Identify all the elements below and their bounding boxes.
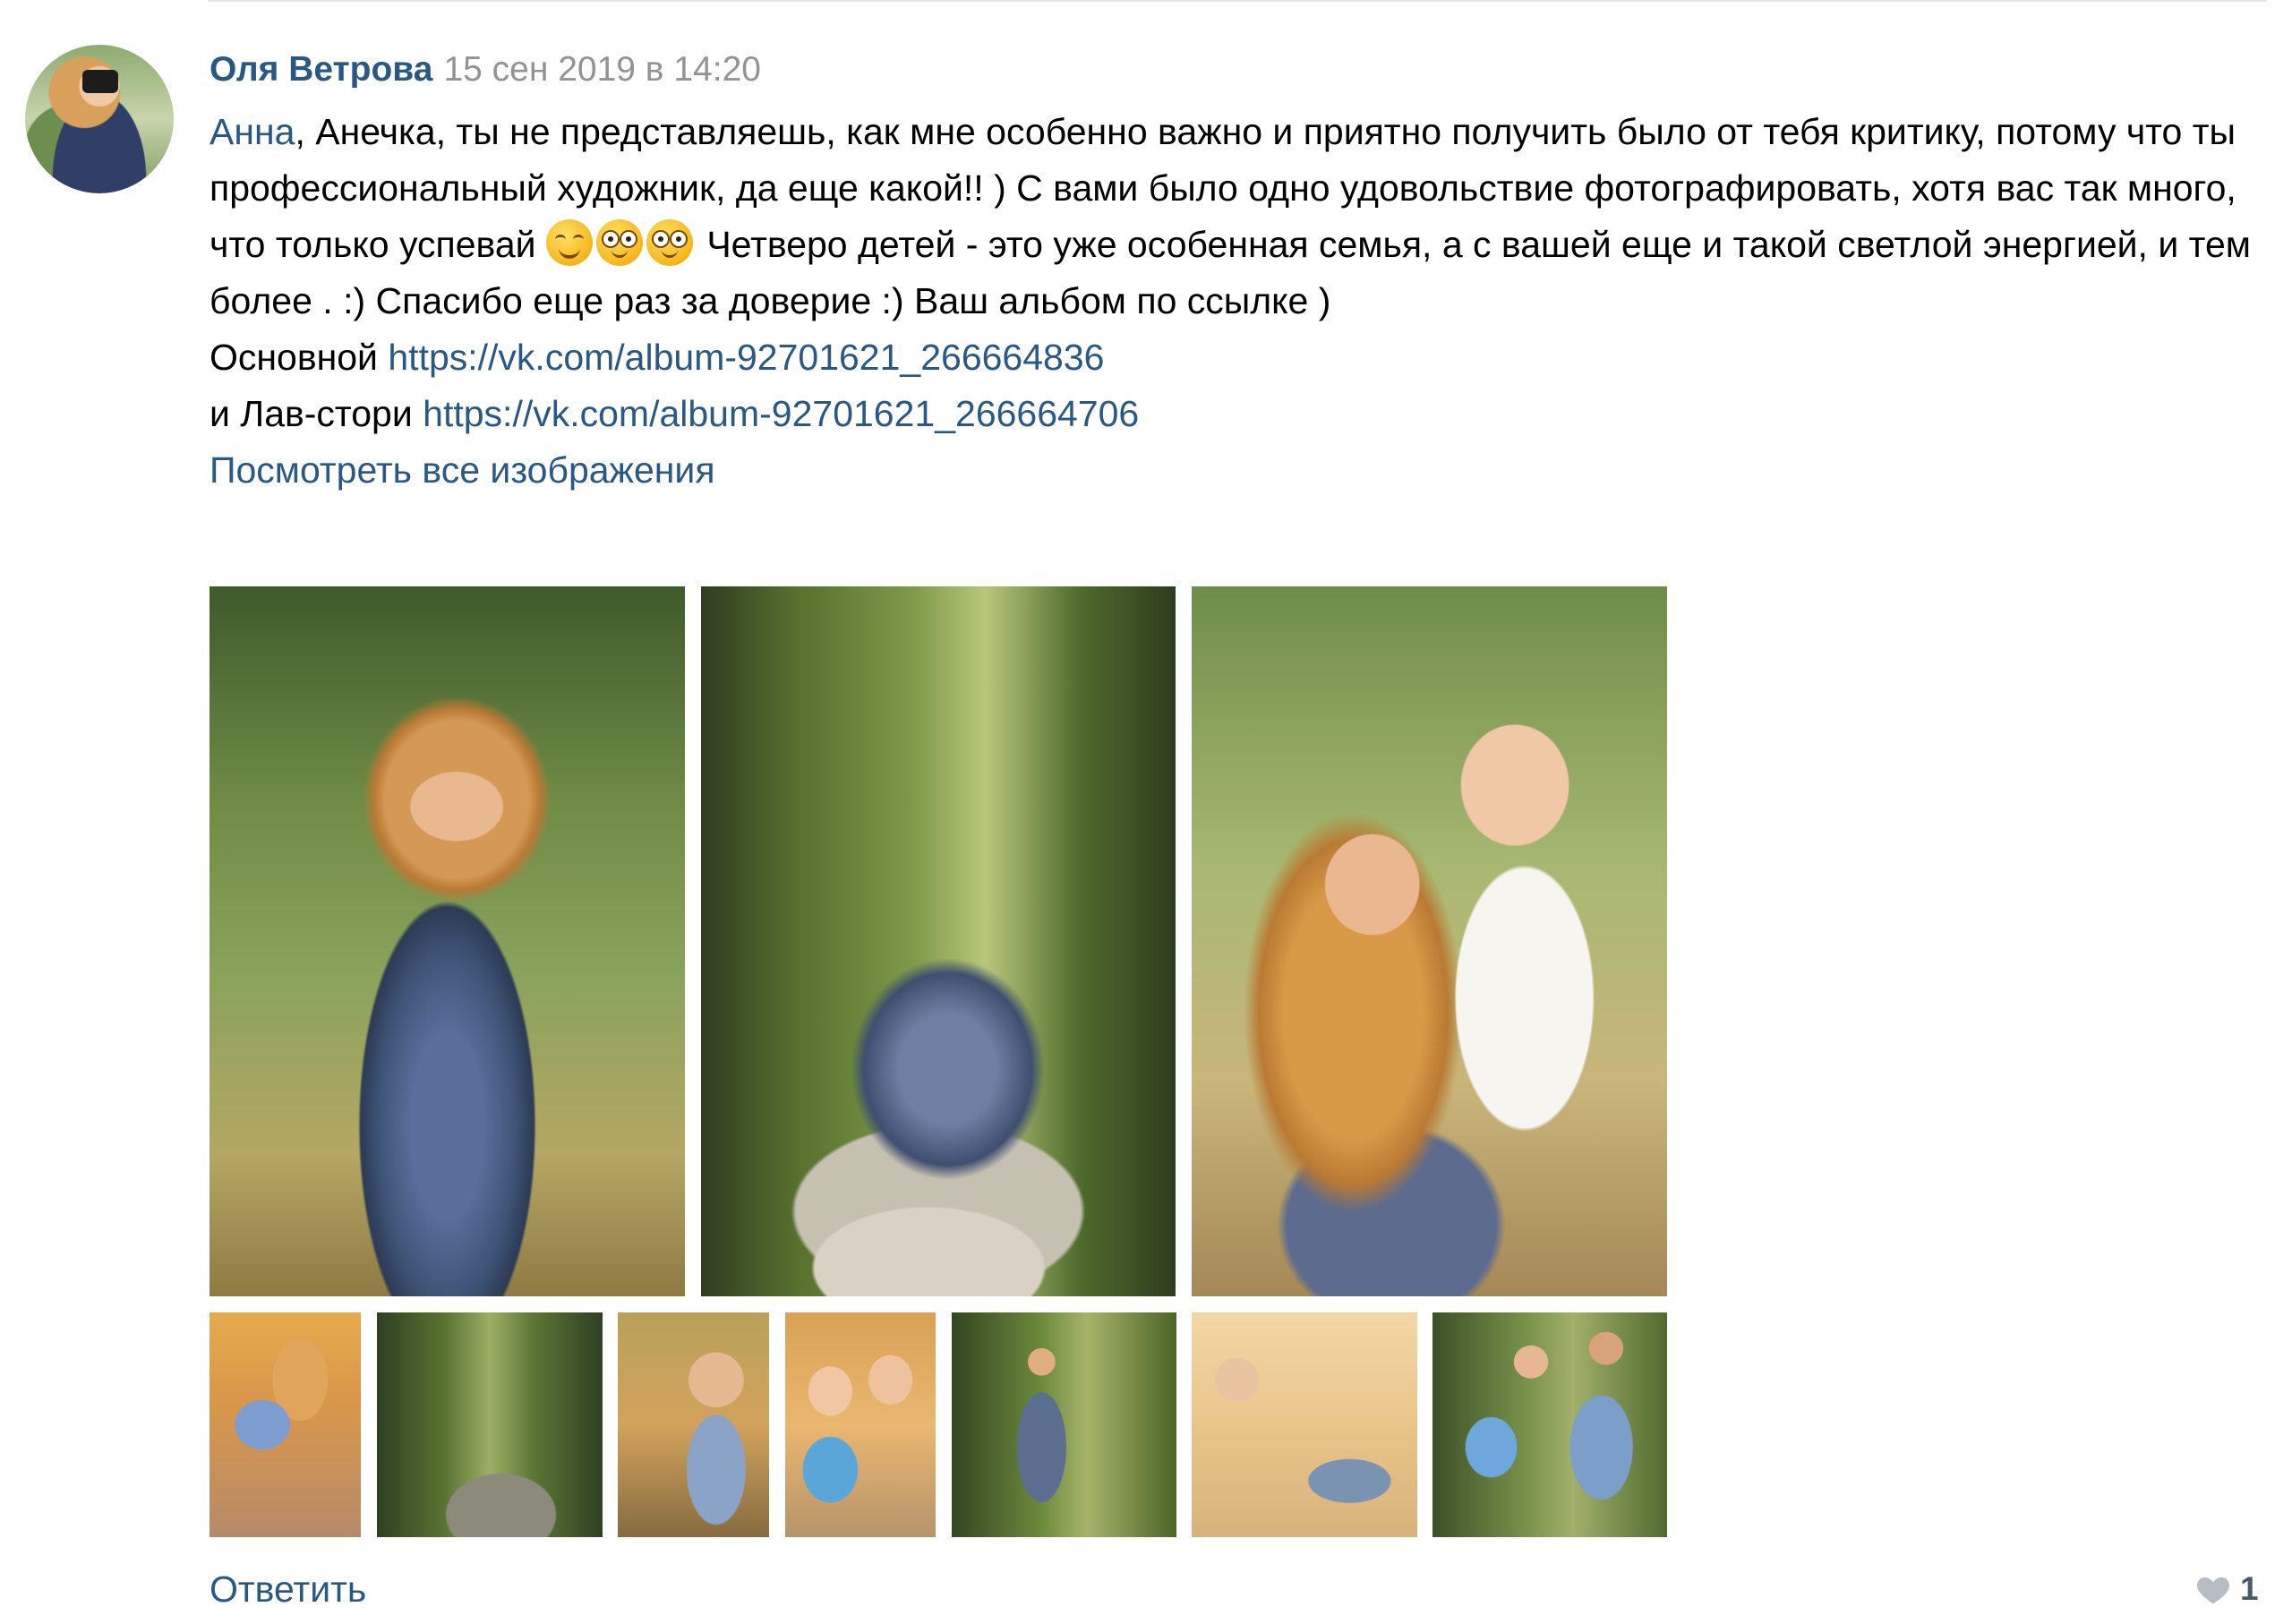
comment-header: Оля Ветрова 15 сен 2019 в 14:20 <box>210 47 761 93</box>
album-line-lovestory: и Лав-стори https://vk.com/album-9270162… <box>210 386 2269 442</box>
like-button[interactable]: 1 <box>2195 1568 2259 1611</box>
thumb-photo-1[interactable] <box>210 1312 361 1537</box>
flushed-face-icon <box>646 219 693 266</box>
comment-paragraph: Анна, Анечка, ты не представляешь, как м… <box>210 104 2269 329</box>
see-all-images-link[interactable]: Посмотреть все изображения <box>210 449 715 491</box>
top-divider <box>208 0 2267 2</box>
album-link-lovestory[interactable]: https://vk.com/album-92701621_266664706 <box>423 393 1139 434</box>
avatar[interactable] <box>25 45 174 193</box>
comment-body: Анна, Анечка, ты не представляешь, как м… <box>210 104 2269 499</box>
author-name[interactable]: Оля Ветрова <box>210 50 432 89</box>
like-count: 1 <box>2240 1570 2259 1607</box>
smiling-face-icon <box>545 219 593 266</box>
photo-mother-son[interactable] <box>1192 586 1667 1296</box>
album-label-lovestory: и Лав-стори <box>210 393 413 434</box>
comment-date[interactable]: 15 сен 2019 в 14:20 <box>443 50 761 89</box>
album-label-main: Основной <box>210 337 378 378</box>
reply-button[interactable]: Ответить <box>210 1566 366 1612</box>
thumb-photo-3[interactable] <box>618 1312 769 1537</box>
thumb-photo-2[interactable] <box>377 1312 603 1537</box>
thumb-photo-7[interactable] <box>1432 1312 1667 1537</box>
mention-link[interactable]: Анна <box>210 111 295 152</box>
thumb-photo-4[interactable] <box>785 1312 936 1537</box>
album-line-main: Основной https://vk.com/album-92701621_2… <box>210 329 2269 386</box>
photo-woman-portrait[interactable] <box>210 586 685 1296</box>
thumb-photo-6[interactable] <box>1192 1312 1417 1537</box>
album-link-main[interactable]: https://vk.com/album-92701621_266664836 <box>388 337 1104 378</box>
photo-family-forest[interactable] <box>701 586 1176 1296</box>
thumb-photo-5[interactable] <box>952 1312 1176 1537</box>
heart-icon <box>2196 1577 2230 1604</box>
flushed-face-icon <box>595 219 643 266</box>
